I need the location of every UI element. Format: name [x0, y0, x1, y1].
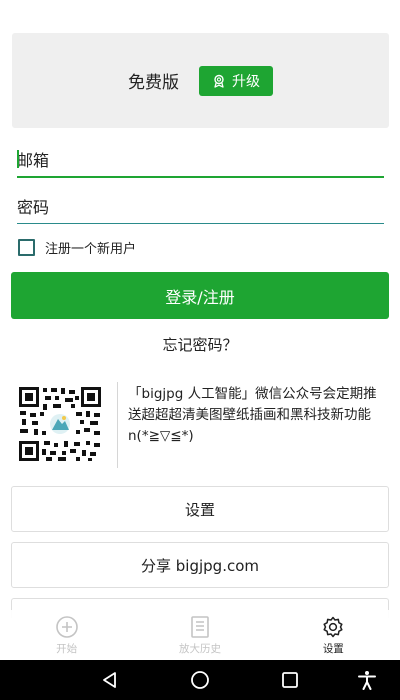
- back-icon[interactable]: [100, 670, 120, 690]
- upgrade-button[interactable]: 升级: [199, 65, 273, 96]
- login-register-button[interactable]: 登录/注册: [11, 272, 389, 319]
- tab-history-label: 放大历史: [178, 642, 221, 655]
- promo-divider: [117, 382, 118, 468]
- recents-icon[interactable]: [280, 670, 300, 690]
- tab-settings-label: 设置: [322, 642, 344, 655]
- plan-card: 免费版 升级: [12, 33, 389, 128]
- password-input[interactable]: [17, 198, 384, 217]
- status-bar: [0, 0, 400, 12]
- tab-start-label: 开始: [56, 642, 78, 655]
- award-icon: [214, 74, 224, 88]
- register-checkbox[interactable]: [18, 238, 35, 256]
- plan-label: 免费版: [128, 73, 179, 93]
- upgrade-label: 升级: [232, 73, 260, 90]
- text-caret: [17, 150, 19, 168]
- share-button[interactable]: 分享 bigjpg.com: [11, 542, 389, 588]
- register-label: 注册一个新用户: [45, 241, 137, 257]
- bottom-tab-bar: 开始 放大历史 设置: [0, 610, 400, 660]
- promo-text: 「bigjpg 人工智能」微信公众号会定期推送超超超清美图壁纸插画和黑科技新功能…: [128, 386, 377, 444]
- email-field[interactable]: [17, 142, 384, 178]
- tab-history[interactable]: 放大历史: [133, 610, 266, 660]
- settings-label: 设置: [184, 500, 215, 519]
- home-icon[interactable]: [190, 670, 210, 690]
- register-option[interactable]: 注册一个新用户: [18, 236, 136, 258]
- tab-settings[interactable]: 设置: [267, 610, 400, 660]
- login-register-label: 登录/注册: [165, 287, 235, 307]
- password-field[interactable]: [17, 188, 384, 224]
- settings-button[interactable]: 设置: [11, 486, 389, 532]
- accessibility-icon[interactable]: [357, 670, 377, 690]
- plus-circle-icon: [55, 615, 78, 638]
- tab-start[interactable]: 开始: [0, 610, 133, 660]
- qr-code-icon: [18, 386, 102, 462]
- gear-icon: [323, 616, 343, 637]
- history-list-icon: [191, 615, 209, 638]
- email-input[interactable]: [17, 151, 384, 170]
- wechat-promo: 「bigjpg 人工智能」微信公众号会定期推送超超超清美图壁纸插画和黑科技新功能…: [12, 382, 392, 468]
- forgot-password-link[interactable]: 忘记密码？: [0, 334, 400, 355]
- share-label: 分享 bigjpg.com: [141, 556, 259, 575]
- system-navigation-bar: [0, 660, 400, 700]
